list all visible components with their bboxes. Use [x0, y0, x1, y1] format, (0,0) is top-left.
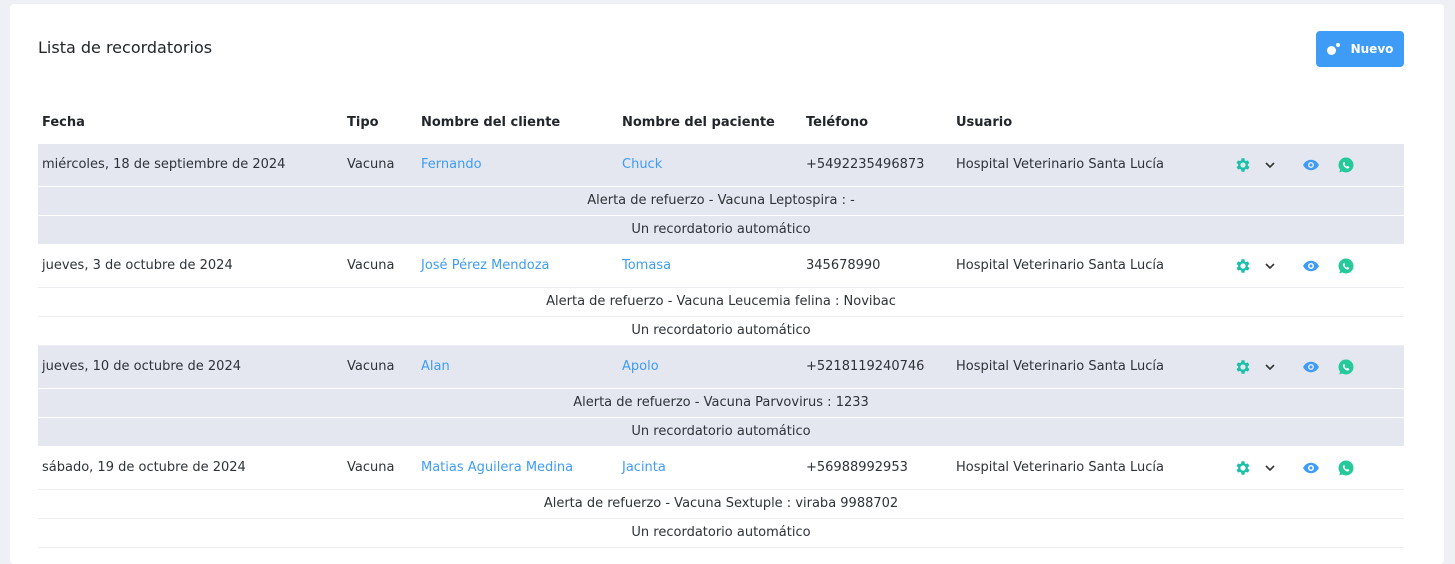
cell-telefono: 345678990 [806, 258, 881, 273]
reminders-card: Lista de recordatorios Nuevo Fecha Tipo … [10, 4, 1444, 564]
cell-usuario: Hospital Veterinario Santa Lucía [956, 460, 1164, 475]
row-actions [1234, 245, 1374, 287]
gear-icon[interactable] [1234, 358, 1252, 376]
header-fecha[interactable]: Fecha [42, 115, 85, 130]
header-telefono[interactable]: Teléfono [806, 115, 868, 130]
whatsapp-icon[interactable] [1337, 257, 1355, 275]
reminders-table: Fecha Tipo Nombre del cliente Nombre del… [38, 104, 1404, 548]
patient-link[interactable]: Apolo [622, 346, 659, 388]
gear-icon[interactable] [1234, 156, 1252, 174]
cell-fecha: jueves, 10 de octubre de 2024 [42, 359, 241, 374]
table-row: sábado, 19 de octubre de 2024 Vacuna Mat… [38, 447, 1404, 490]
patient-link[interactable]: Tomasa [622, 245, 671, 287]
cell-telefono: +56988992953 [806, 460, 908, 475]
note-row: Un recordatorio automático [38, 519, 1404, 548]
eye-icon[interactable] [1301, 156, 1321, 174]
patient-link[interactable]: Chuck [622, 144, 662, 186]
page-title: Lista de recordatorios [38, 38, 213, 57]
row-actions [1234, 346, 1374, 388]
alert-row: Alerta de refuerzo - Vacuna Leucemia fel… [38, 288, 1404, 317]
client-link[interactable]: Fernando [421, 144, 482, 186]
row-actions [1234, 447, 1374, 489]
row-actions [1234, 144, 1374, 186]
eye-icon[interactable] [1301, 459, 1321, 477]
cell-tipo: Vacuna [347, 157, 395, 172]
cell-tipo: Vacuna [347, 359, 395, 374]
bubble-icon [1326, 43, 1341, 55]
cell-telefono: +5218119240746 [806, 359, 925, 374]
client-link[interactable]: Matias Aguilera Medina [421, 447, 573, 489]
cell-usuario: Hospital Veterinario Santa Lucía [956, 359, 1164, 374]
whatsapp-icon[interactable] [1337, 459, 1355, 477]
header-tipo[interactable]: Tipo [347, 115, 379, 130]
new-button-label: Nuevo [1350, 42, 1394, 56]
whatsapp-icon[interactable] [1337, 156, 1355, 174]
table-row: jueves, 3 de octubre de 2024 Vacuna José… [38, 245, 1404, 288]
alert-row: Alerta de refuerzo - Vacuna Leptospira :… [38, 187, 1404, 216]
gear-icon[interactable] [1234, 459, 1252, 477]
table-row: jueves, 10 de octubre de 2024 Vacuna Ala… [38, 346, 1404, 389]
reminder-group: miércoles, 18 de septiembre de 2024 Vacu… [38, 144, 1404, 245]
client-link[interactable]: José Pérez Mendoza [421, 245, 550, 287]
cell-fecha: miércoles, 18 de septiembre de 2024 [42, 157, 286, 172]
client-link[interactable]: Alan [421, 346, 450, 388]
cell-usuario: Hospital Veterinario Santa Lucía [956, 157, 1164, 172]
header-usuario[interactable]: Usuario [956, 115, 1012, 130]
alert-row: Alerta de refuerzo - Vacuna Sextuple : v… [38, 490, 1404, 519]
reminder-group: sábado, 19 de octubre de 2024 Vacuna Mat… [38, 447, 1404, 548]
chevron-down-icon[interactable] [1264, 257, 1276, 275]
table-header: Fecha Tipo Nombre del cliente Nombre del… [38, 104, 1404, 144]
new-reminder-button[interactable]: Nuevo [1316, 31, 1404, 67]
note-row: Un recordatorio automático [38, 317, 1404, 346]
alert-row: Alerta de refuerzo - Vacuna Parvovirus :… [38, 389, 1404, 418]
table-row: miércoles, 18 de septiembre de 2024 Vacu… [38, 144, 1404, 187]
patient-link[interactable]: Jacinta [622, 447, 666, 489]
whatsapp-icon[interactable] [1337, 358, 1355, 376]
eye-icon[interactable] [1301, 358, 1321, 376]
gear-icon[interactable] [1234, 257, 1252, 275]
cell-tipo: Vacuna [347, 258, 395, 273]
reminder-group: jueves, 10 de octubre de 2024 Vacuna Ala… [38, 346, 1404, 447]
cell-tipo: Vacuna [347, 460, 395, 475]
header-paciente[interactable]: Nombre del paciente [622, 115, 775, 130]
chevron-down-icon[interactable] [1264, 358, 1276, 376]
note-row: Un recordatorio automático [38, 418, 1404, 447]
note-row: Un recordatorio automático [38, 216, 1404, 245]
eye-icon[interactable] [1301, 257, 1321, 275]
chevron-down-icon[interactable] [1264, 156, 1276, 174]
reminder-group: jueves, 3 de octubre de 2024 Vacuna José… [38, 245, 1404, 346]
chevron-down-icon[interactable] [1264, 459, 1276, 477]
cell-usuario: Hospital Veterinario Santa Lucía [956, 258, 1164, 273]
cell-telefono: +5492235496873 [806, 157, 925, 172]
cell-fecha: jueves, 3 de octubre de 2024 [42, 258, 233, 273]
header-cliente[interactable]: Nombre del cliente [421, 115, 560, 130]
cell-fecha: sábado, 19 de octubre de 2024 [42, 460, 246, 475]
